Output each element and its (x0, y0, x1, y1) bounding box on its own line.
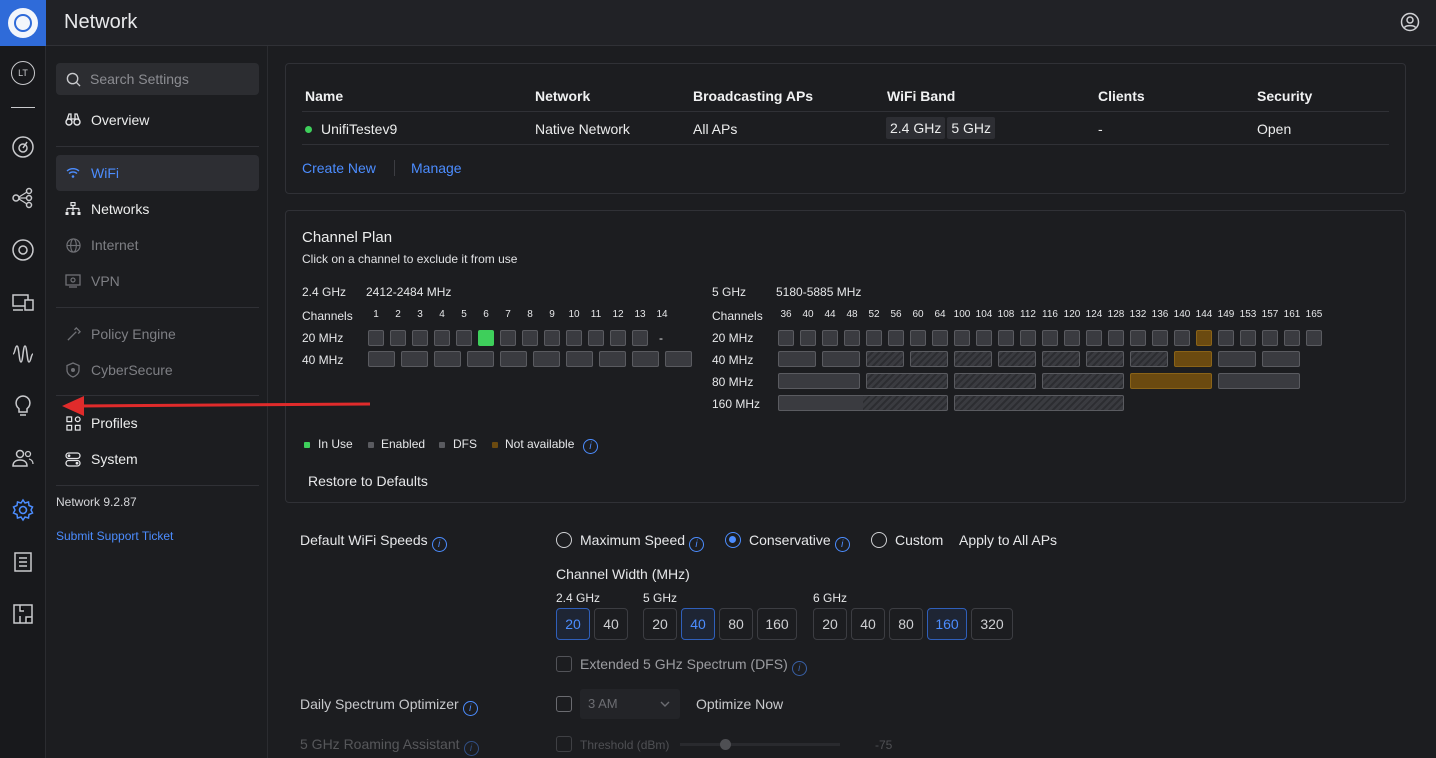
rail-divider (11, 107, 35, 108)
binoculars-icon (65, 112, 81, 128)
app-rail: LT (0, 46, 46, 758)
search-icon (66, 72, 81, 87)
avatar[interactable]: LT (10, 60, 36, 86)
main-content: Name Network Broadcasting APs WiFi Band … (268, 46, 1436, 758)
logs-icon[interactable] (10, 549, 36, 575)
threshold-slider-handle[interactable] (720, 739, 731, 750)
account-icon[interactable] (1400, 12, 1420, 32)
settings-icon[interactable] (10, 497, 36, 523)
unifi-logo[interactable] (0, 0, 46, 46)
sidebar-item-wifi[interactable]: WiFi (56, 155, 259, 191)
sidebar-divider (56, 485, 259, 486)
threshold-slider-track[interactable] (680, 743, 840, 746)
users-icon[interactable] (10, 445, 36, 471)
search-box[interactable] (56, 63, 259, 95)
sidebar-item-cybersecure[interactable]: CyberSecure (56, 352, 259, 388)
floorplan-icon[interactable] (10, 601, 36, 627)
sidebar-divider (56, 307, 259, 308)
vpn-icon (65, 273, 81, 289)
sidebar-item-policy-engine[interactable]: Policy Engine (56, 316, 259, 352)
wand-icon (65, 326, 81, 342)
roaming-label: 5 GHz Roaming Assistant i (300, 736, 479, 756)
shield-icon (65, 362, 81, 378)
sidebar-item-profiles[interactable]: Profiles (56, 405, 259, 441)
sidebar-divider (56, 395, 259, 396)
sidebar-item-system[interactable]: System (56, 441, 259, 477)
app-title: Network (64, 11, 138, 33)
grid-icon (65, 415, 81, 431)
version-label: Network 9.2.87 (56, 495, 137, 509)
globe-icon (65, 237, 81, 253)
roaming-row: 5 GHz Roaming Assistant i Threshold (dBm)… (268, 46, 1436, 758)
sidebar-item-internet[interactable]: Internet (56, 227, 259, 263)
insights-icon[interactable] (10, 341, 36, 367)
sidebar-item-vpn[interactable]: VPN (56, 263, 259, 299)
topology-icon[interactable] (10, 185, 36, 211)
client-devices-icon[interactable] (10, 289, 36, 315)
sidebar-divider (56, 146, 259, 147)
settings-sidebar: Overview WiFi Networks Internet VPN Poli… (47, 46, 268, 758)
devices-icon[interactable] (10, 237, 36, 263)
logo-icon (8, 8, 38, 38)
info-icon[interactable]: i (463, 741, 479, 756)
dashboard-icon[interactable] (10, 134, 36, 160)
toggles-icon (65, 451, 81, 467)
lightbulb-icon[interactable] (10, 393, 36, 419)
sidebar-item-networks[interactable]: Networks (56, 191, 259, 227)
search-input[interactable] (90, 71, 250, 87)
threshold-value: -75 (875, 738, 893, 752)
top-bar: Network (0, 0, 1436, 46)
threshold-label: Threshold (dBm) (580, 738, 670, 752)
network-tree-icon (65, 201, 81, 217)
roaming-checkbox[interactable] (556, 736, 572, 752)
wifi-icon (65, 165, 81, 181)
sidebar-item-overview[interactable]: Overview (56, 102, 259, 138)
support-link[interactable]: Submit Support Ticket (56, 529, 173, 543)
